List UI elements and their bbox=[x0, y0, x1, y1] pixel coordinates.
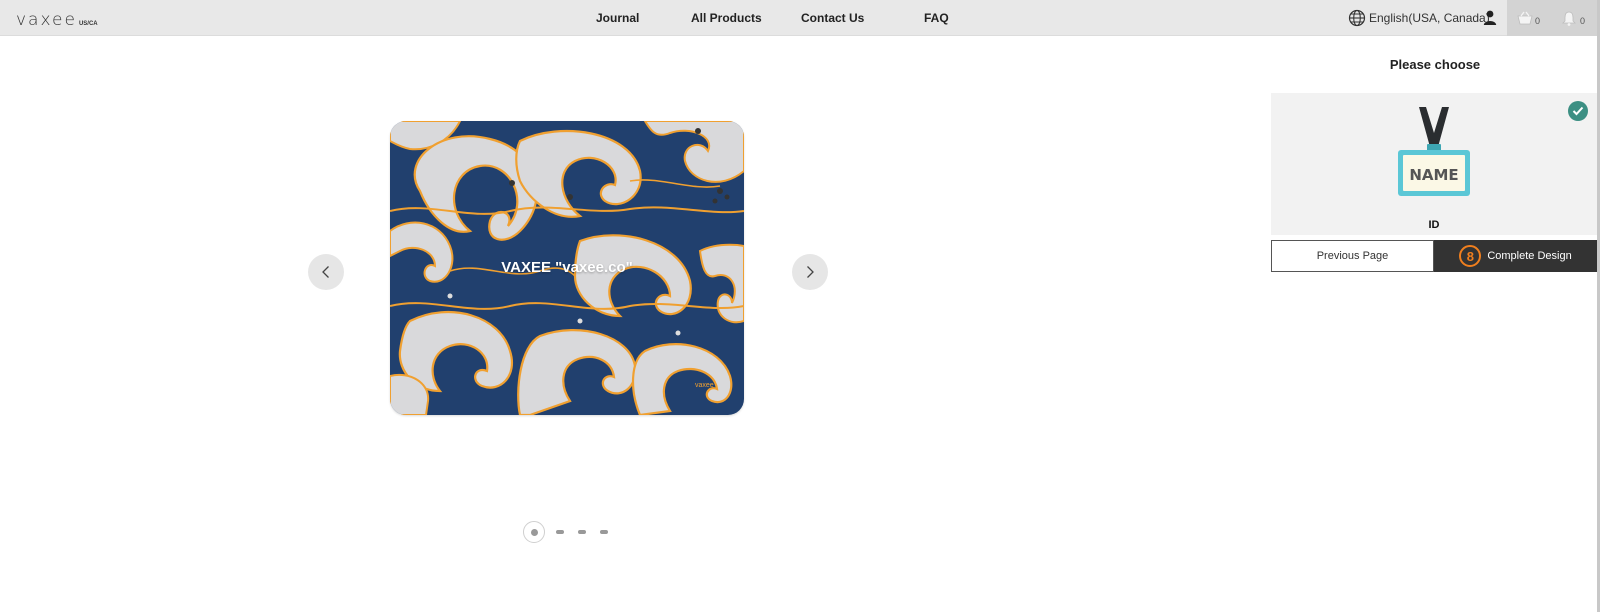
logo-text: vaxee bbox=[16, 10, 77, 30]
carousel-dot-1[interactable] bbox=[523, 521, 545, 543]
logo-region: US/CA bbox=[78, 21, 98, 27]
cart-button[interactable]: 0 bbox=[1507, 0, 1552, 36]
basket-icon bbox=[1517, 11, 1533, 25]
step-badge: 8 bbox=[1459, 245, 1482, 267]
user-icon[interactable] bbox=[1483, 10, 1497, 25]
cart-count: 0 bbox=[1535, 16, 1541, 26]
selected-check-icon bbox=[1568, 101, 1588, 121]
mousepad-preview-image: vaxee VAXEE "vaxee.co" bbox=[390, 121, 744, 415]
panel-title: Please choose bbox=[1389, 57, 1481, 72]
nav-all-products[interactable]: All Products bbox=[691, 0, 762, 36]
previous-page-button[interactable]: Previous Page bbox=[1271, 240, 1434, 272]
notification-count: 0 bbox=[1580, 16, 1586, 26]
language-label: English(USA, Canada) bbox=[1369, 11, 1490, 25]
carousel-dot-2[interactable] bbox=[556, 530, 564, 534]
option-label: ID bbox=[1428, 219, 1440, 231]
svg-text:vaxee: vaxee bbox=[695, 382, 714, 389]
chevron-right-icon bbox=[807, 266, 814, 278]
top-navigation-bar: vaxee US/CA Journal All Products Contact… bbox=[0, 0, 1600, 36]
complete-design-button[interactable]: 8 Complete Design bbox=[1434, 240, 1597, 272]
vaxee-logo[interactable]: vaxee US/CA bbox=[16, 9, 98, 29]
carousel-next-button[interactable] bbox=[792, 254, 828, 290]
mousepad-custom-text: VAXEE "vaxee.co" bbox=[501, 259, 633, 276]
id-badge-image: NAME bbox=[1398, 107, 1470, 196]
badge-name-text: NAME bbox=[1409, 166, 1458, 184]
nav-faq[interactable]: FAQ bbox=[924, 0, 949, 36]
carousel-dot-3[interactable] bbox=[578, 530, 586, 534]
carousel-prev-button[interactable] bbox=[308, 254, 344, 290]
option-card-id[interactable]: NAME ID bbox=[1271, 93, 1597, 235]
complete-design-label: Complete Design bbox=[1487, 250, 1572, 262]
nav-journal[interactable]: Journal bbox=[596, 0, 639, 36]
bell-icon bbox=[1562, 11, 1576, 26]
nav-contact-us[interactable]: Contact Us bbox=[801, 0, 864, 36]
globe-icon bbox=[1348, 9, 1366, 27]
language-selector[interactable]: English(USA, Canada) bbox=[1348, 9, 1490, 27]
carousel-pagination bbox=[523, 521, 615, 543]
carousel-dot-4[interactable] bbox=[600, 530, 608, 534]
chevron-left-icon bbox=[322, 266, 329, 278]
notification-button[interactable]: 0 bbox=[1552, 0, 1600, 36]
